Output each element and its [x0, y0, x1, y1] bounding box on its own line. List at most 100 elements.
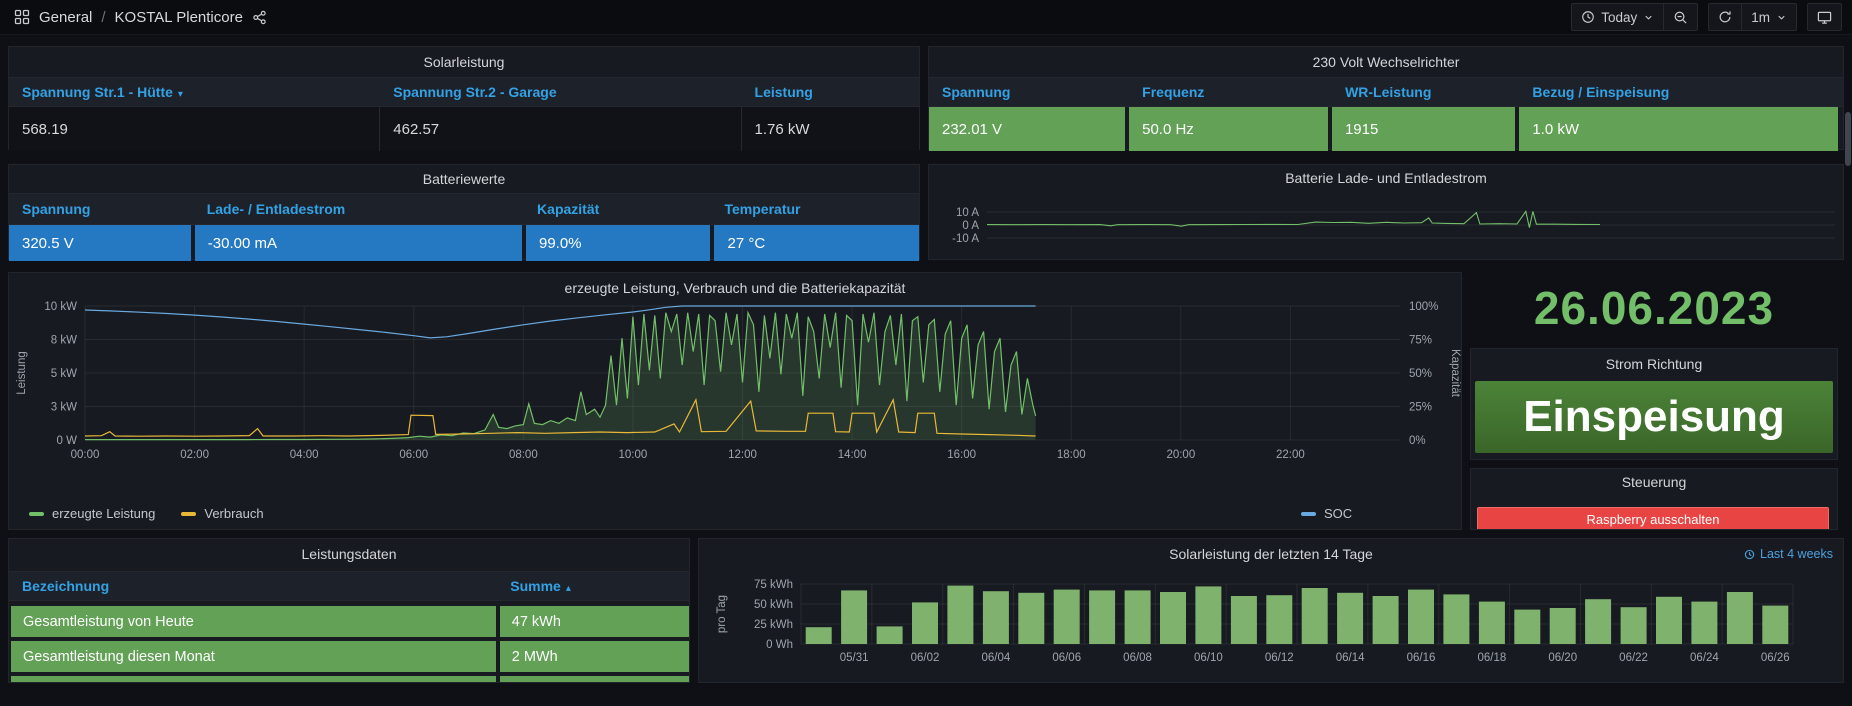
svg-text:06/06: 06/06	[1052, 652, 1081, 664]
svg-text:06:00: 06:00	[399, 449, 428, 461]
share-icon[interactable]	[252, 10, 267, 25]
scrollbar-thumb[interactable]	[1845, 112, 1851, 166]
row-label-cell: Gesamtleistung dieses Jahr	[11, 676, 496, 683]
svg-text:04:00: 04:00	[290, 449, 319, 461]
raspberry-shutdown-button[interactable]: Raspberry ausschalten	[1477, 507, 1829, 530]
zoom-out-button[interactable]	[1664, 4, 1697, 30]
panel-title[interactable]: Strom Richtung	[1471, 349, 1837, 379]
svg-text:10 A: 10 A	[956, 207, 979, 219]
panel-title[interactable]: 230 Volt Wechselrichter	[929, 47, 1843, 77]
svg-text:100%: 100%	[1409, 301, 1438, 313]
time-range-button[interactable]: Today	[1572, 4, 1664, 30]
value-cell: -30.00 mA	[195, 225, 522, 261]
tv-mode-button[interactable]	[1808, 4, 1841, 30]
svg-text:20:00: 20:00	[1166, 449, 1195, 461]
column-header[interactable]: Spannung Str.1 - Hütte▾	[9, 84, 380, 100]
value-cell: 320.5 V	[9, 225, 191, 261]
column-header[interactable]: Spannung	[9, 201, 194, 217]
svg-text:06/14: 06/14	[1336, 652, 1365, 664]
column-header[interactable]: Lade- / Entladestrom	[194, 201, 524, 217]
bar[interactable]	[1337, 593, 1363, 644]
bar[interactable]	[912, 602, 938, 644]
column-header[interactable]: Spannung	[929, 84, 1129, 100]
svg-text:06/24: 06/24	[1690, 652, 1719, 664]
bar[interactable]	[1621, 607, 1647, 644]
svg-text:-10 A: -10 A	[952, 233, 979, 245]
panel-title[interactable]: Batterie Lade- und Entladestrom	[929, 165, 1843, 191]
chevron-down-icon	[1776, 12, 1787, 23]
column-header[interactable]: Leistung	[742, 84, 919, 100]
breadcrumb-dashboard-title[interactable]: KOSTAL Plenticore	[115, 9, 243, 26]
bar[interactable]	[1585, 599, 1611, 644]
svg-text:06/12: 06/12	[1265, 652, 1294, 664]
clock-icon	[1581, 10, 1595, 24]
value-cell: 568.19	[9, 107, 380, 151]
column-header[interactable]: Bezug / Einspeisung	[1519, 84, 1843, 100]
row-value-cell: 5 MWh	[500, 676, 689, 683]
battery-current-chart[interactable]: 10 A0 A-10 A	[929, 191, 1843, 259]
column-header[interactable]: Frequenz	[1129, 84, 1332, 100]
inverter-table-values: 232.01 V50.0 Hz19151.0 kW	[929, 107, 1843, 151]
legend-item[interactable]: SOC	[1301, 506, 1352, 521]
bar[interactable]	[947, 586, 973, 644]
legend-item[interactable]: Verbrauch	[181, 506, 263, 521]
bar[interactable]	[1691, 602, 1717, 644]
bar[interactable]	[1408, 590, 1434, 644]
bar[interactable]	[1550, 608, 1576, 644]
bar[interactable]	[1266, 595, 1292, 644]
bar[interactable]	[1479, 602, 1505, 644]
bar[interactable]	[1302, 588, 1328, 644]
refresh-interval-button[interactable]: 1m	[1742, 4, 1796, 30]
dashboards-grid-icon[interactable]	[14, 9, 30, 25]
legend-label: SOC	[1324, 506, 1352, 521]
solar-14-day-bar-chart[interactable]: 0 Wh25 kWh50 kWh75 kWh05/3106/0206/0406/…	[699, 539, 1843, 682]
bar[interactable]	[1054, 590, 1080, 644]
power-day-chart[interactable]: 00:0002:0004:0006:0008:0010:0012:0014:00…	[9, 273, 1461, 499]
column-header[interactable]: Kapazität	[524, 201, 711, 217]
refresh-button[interactable]	[1709, 4, 1742, 30]
column-header[interactable]: Temperatur	[712, 201, 919, 217]
breadcrumb-folder[interactable]: General	[39, 9, 92, 26]
bar[interactable]	[841, 590, 867, 644]
bar[interactable]	[1125, 590, 1151, 644]
bar[interactable]	[1514, 610, 1540, 644]
bar[interactable]	[1018, 593, 1044, 644]
bar[interactable]	[1656, 597, 1682, 644]
row-label-cell: Gesamtleistung von Heute	[11, 606, 496, 637]
panel-title[interactable]: Steuerung	[1471, 469, 1837, 495]
legend-item[interactable]: erzeugte Leistung	[29, 506, 155, 521]
bar[interactable]	[806, 627, 832, 644]
sort-arrow-icon: ▾	[178, 89, 183, 100]
bar[interactable]	[1373, 596, 1399, 644]
bar[interactable]	[1727, 592, 1753, 644]
battery-table-values: 320.5 V-30.00 mA99.0%27 °C	[9, 225, 919, 261]
panel-title[interactable]: Batteriewerte	[9, 165, 919, 193]
svg-text:06/08: 06/08	[1123, 652, 1152, 664]
bar[interactable]	[1195, 586, 1221, 644]
bar[interactable]	[1231, 596, 1257, 644]
bar[interactable]	[877, 626, 903, 644]
bar[interactable]	[1089, 590, 1115, 644]
bar[interactable]	[1443, 594, 1469, 644]
svg-text:10 kW: 10 kW	[44, 301, 77, 313]
column-header[interactable]: Bezeichnung	[9, 578, 497, 594]
panel-title[interactable]: Leistungsdaten	[9, 539, 689, 569]
panel-title[interactable]: Solarleistung	[9, 47, 919, 77]
value-cell: 1.0 kW	[1519, 107, 1838, 151]
svg-text:06/22: 06/22	[1619, 652, 1648, 664]
bar[interactable]	[983, 591, 1009, 644]
value-cell: 232.01 V	[929, 107, 1125, 151]
inverter-table-header: SpannungFrequenzWR-LeistungBezug / Einsp…	[929, 77, 1843, 107]
bar[interactable]	[1762, 606, 1788, 644]
bar[interactable]	[1160, 592, 1186, 644]
column-header[interactable]: Summe▴	[497, 578, 687, 594]
column-header[interactable]: WR-Leistung	[1332, 84, 1519, 100]
svg-text:pro Tag: pro Tag	[716, 595, 728, 633]
panel-230v-wechselrichter: 230 Volt Wechselrichter SpannungFrequenz…	[928, 46, 1844, 150]
svg-text:0%: 0%	[1409, 435, 1426, 447]
svg-text:06/26: 06/26	[1761, 652, 1790, 664]
value-cell: 1915	[1332, 107, 1515, 151]
column-header[interactable]: Spannung Str.2 - Garage	[380, 84, 741, 100]
svg-text:06/16: 06/16	[1407, 652, 1436, 664]
svg-text:25 kWh: 25 kWh	[754, 619, 793, 631]
